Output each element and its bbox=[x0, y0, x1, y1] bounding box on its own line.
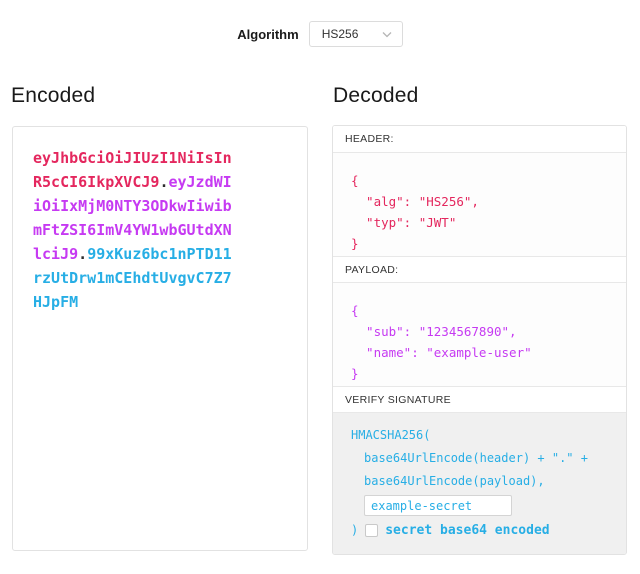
decoded-panel: HEADER: { "alg": "HS256", "typ": "JWT" }… bbox=[332, 125, 627, 555]
signature-close-paren: ) bbox=[351, 519, 358, 542]
payload-section-label: PAYLOAD: bbox=[333, 256, 626, 283]
secret-base64-checkbox-label[interactable]: secret base64 encoded bbox=[385, 519, 549, 542]
jwt-token[interactable]: eyJhbGciOiJIUzI1NiIsInR5cCI6IkpXVCJ9.eyJ… bbox=[33, 146, 235, 314]
algorithm-row: Algorithm HS256 bbox=[0, 21, 640, 47]
header-json-editor[interactable]: { "alg": "HS256", "typ": "JWT" } bbox=[333, 153, 626, 256]
decoded-heading: Decoded bbox=[333, 84, 418, 108]
signature-code-line: HMACSHA256( bbox=[351, 424, 612, 447]
signature-code-line: base64UrlEncode(payload), bbox=[351, 470, 612, 493]
algorithm-select[interactable]: HS256 bbox=[309, 21, 403, 47]
secret-input[interactable] bbox=[364, 495, 512, 516]
jwt-debugger: Algorithm HS256 Encoded Decoded eyJhbGci… bbox=[0, 0, 640, 574]
payload-json-editor[interactable]: { "sub": "1234567890", "name": "example-… bbox=[333, 283, 626, 386]
algorithm-selected-value: HS256 bbox=[322, 27, 359, 41]
secret-base64-checkbox[interactable] bbox=[365, 524, 378, 537]
header-section-label: HEADER: bbox=[333, 126, 626, 153]
token-separator: . bbox=[78, 245, 87, 263]
base64-encoded-row: ) secret base64 encoded bbox=[351, 519, 612, 542]
verify-signature-section-label: VERIFY SIGNATURE bbox=[333, 386, 626, 413]
verify-signature-area: HMACSHA256( base64UrlEncode(header) + ".… bbox=[333, 413, 626, 554]
encoded-heading: Encoded bbox=[11, 84, 95, 108]
signature-code-line: base64UrlEncode(header) + "." + bbox=[351, 447, 612, 470]
chevron-down-icon bbox=[382, 25, 392, 43]
algorithm-label: Algorithm bbox=[237, 27, 298, 42]
encoded-token-editor[interactable]: eyJhbGciOiJIUzI1NiIsInR5cCI6IkpXVCJ9.eyJ… bbox=[12, 126, 308, 551]
